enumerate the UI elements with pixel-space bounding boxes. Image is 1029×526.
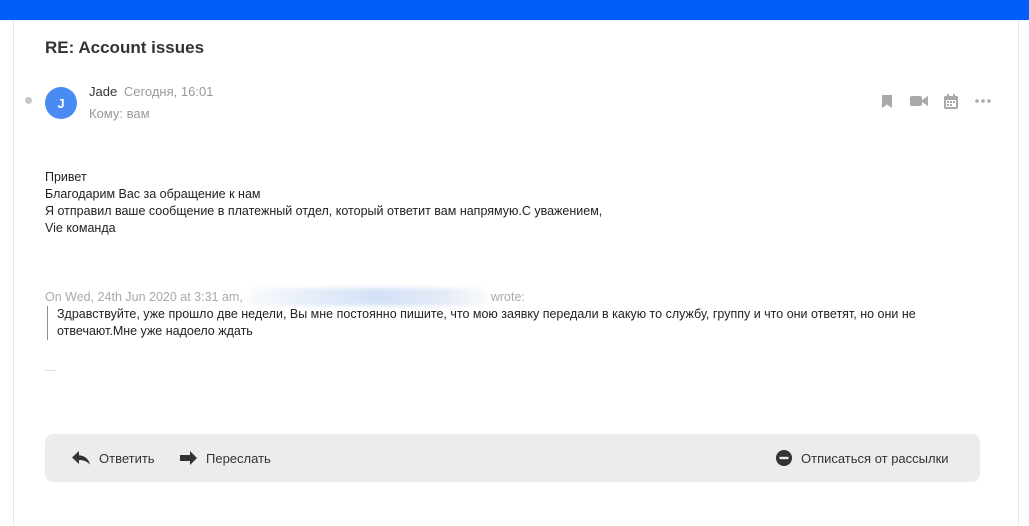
- email-date: Сегодня, 16:01: [123, 84, 214, 99]
- reply-bar: Ответить Переслать Отписаться от рассылк…: [45, 434, 980, 482]
- body-line: Благодарим Вас за обращение к нам: [45, 187, 261, 201]
- forward-arrow-icon: [180, 451, 197, 465]
- quote-date: On Wed, 24th Jun 2020 at 3:31 am,: [45, 290, 243, 304]
- forward-button[interactable]: Переслать: [180, 434, 271, 482]
- reply-label: Ответить: [99, 450, 155, 466]
- recipient-line[interactable]: Кому: вам: [89, 106, 150, 121]
- more-horizontal-icon: [975, 99, 991, 103]
- body-line: Привет: [45, 170, 87, 184]
- bookmark-icon: [882, 94, 892, 108]
- video-camera-icon: [910, 96, 928, 106]
- email-body: Привет Благодарим Вас за обращение к нам…: [45, 169, 602, 237]
- signature-divider: [45, 370, 56, 371]
- reply-arrow-icon: [72, 451, 90, 465]
- unsubscribe-button[interactable]: Отписаться от рассылки: [776, 434, 949, 482]
- calendar-icon: [944, 93, 958, 109]
- sender-name[interactable]: Jade: [89, 84, 117, 99]
- quote-header: On Wed, 24th Jun 2020 at 3:31 am, wrote:: [45, 288, 525, 306]
- content-border-right: [1018, 20, 1019, 526]
- message-actions: [878, 92, 992, 110]
- quote-wrote: wrote:: [490, 290, 525, 304]
- forward-label: Переслать: [206, 450, 271, 466]
- more-button[interactable]: [974, 92, 992, 110]
- unread-indicator[interactable]: [25, 97, 32, 104]
- top-bar: [0, 0, 1029, 20]
- email-subject: RE: Account issues: [45, 38, 205, 57]
- minus-circle-icon: [776, 450, 792, 466]
- quoted-message: Здравствуйте, уже прошло две недели, Вы …: [47, 306, 987, 340]
- redacted-email: [245, 288, 488, 306]
- unsubscribe-label: Отписаться от рассылки: [801, 450, 949, 466]
- reply-button[interactable]: Ответить: [72, 434, 155, 482]
- calendar-button[interactable]: [942, 92, 960, 110]
- quote-line: отвечают.Мне уже надоело ждать: [57, 324, 253, 338]
- quote-line: Здравствуйте, уже прошло две недели, Вы …: [57, 307, 916, 321]
- bookmark-button[interactable]: [878, 92, 896, 110]
- video-call-button[interactable]: [910, 92, 928, 110]
- sender-avatar[interactable]: J: [45, 87, 77, 119]
- content-border-left: [13, 20, 14, 526]
- body-line: Я отправил ваше сообщение в платежный от…: [45, 204, 603, 218]
- sender-line: Jade Сегодня, 16:01: [89, 84, 213, 99]
- body-line: Vie команда: [45, 221, 116, 235]
